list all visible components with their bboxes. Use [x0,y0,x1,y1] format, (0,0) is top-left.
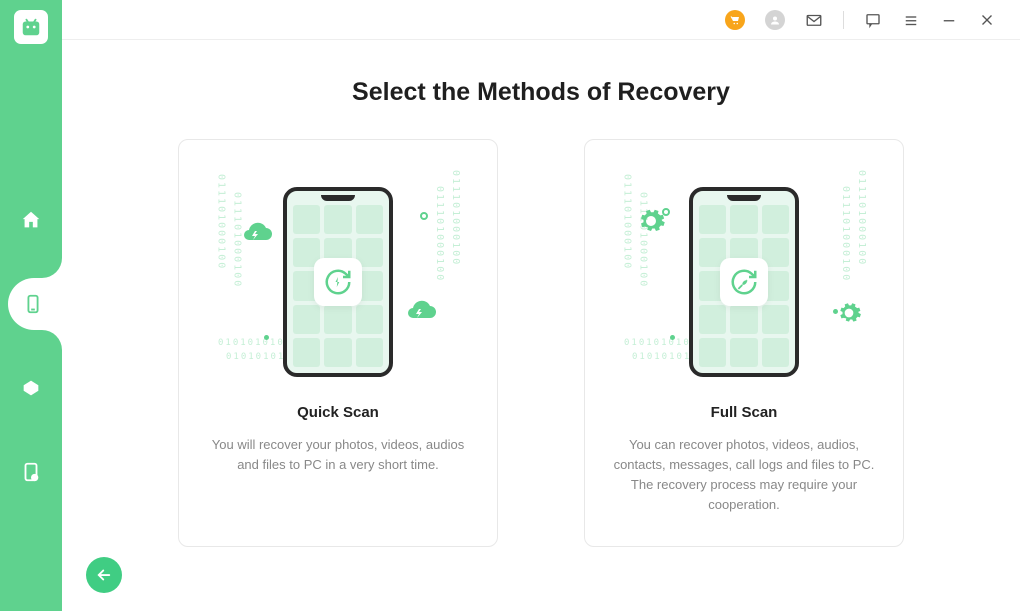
menu-button[interactable] [902,11,920,29]
phone-illustration [689,187,799,377]
sim-alert-icon: ! [20,461,42,483]
minimize-button[interactable] [940,11,958,29]
sidebar-item-sim[interactable]: ! [0,446,62,498]
content: Select the Methods of Recovery 011101000… [62,40,1020,611]
titlebar [62,0,1020,40]
refresh-wrench-icon [720,258,768,306]
mail-icon [805,11,823,29]
page-title: Select the Methods of Recovery [352,78,730,107]
binary-decor: 011101000100 [433,186,447,282]
full-scan-title: Full Scan [711,404,778,421]
sidebar-nav: ! [0,194,62,498]
cloud-icon [20,377,42,399]
sidebar-item-device[interactable] [8,278,62,330]
feedback-icon [864,11,882,29]
back-button[interactable] [86,557,122,593]
full-scan-card[interactable]: 011101000100 011101000100 011101000100 0… [584,139,904,547]
binary-decor: 011101000100 [839,186,853,282]
cart-button[interactable] [725,10,745,30]
quick-scan-illustration: 011101000100 011101000100 011101000100 0… [208,162,468,402]
close-button[interactable] [978,11,996,29]
user-icon [765,10,785,30]
phone-illustration [283,187,393,377]
phone-icon [22,293,44,315]
sidebar-item-cloud[interactable] [0,362,62,414]
quick-scan-description: You will recover your photos, videos, au… [203,435,473,475]
sidebar: ! [0,0,62,611]
quick-scan-card[interactable]: 011101000100 011101000100 011101000100 0… [178,139,498,547]
cart-icon [725,10,745,30]
titlebar-divider [843,11,844,29]
menu-icon [902,11,920,29]
binary-decor: 011101000100 [855,170,869,266]
mail-button[interactable] [805,11,823,29]
dot-decor [662,208,670,216]
full-scan-illustration: 011101000100 011101000100 011101000100 0… [614,162,874,402]
cloud-lightning-icon [238,222,274,246]
svg-text:!: ! [34,476,36,482]
user-button[interactable] [765,10,785,30]
dot-decor [420,212,428,220]
dot-decor [833,309,838,314]
app-logo [14,10,48,44]
minimize-icon [940,11,958,29]
binary-decor: 011101000100 [620,174,634,270]
recovery-cards: 011101000100 011101000100 011101000100 0… [178,139,904,547]
dot-decor [264,335,269,340]
close-icon [978,11,996,29]
full-scan-description: You can recover photos, videos, audios, … [609,435,879,516]
logo-icon [20,16,42,38]
quick-scan-title: Quick Scan [297,404,379,421]
arrow-left-icon [95,566,113,584]
cloud-lightning-icon [402,300,438,324]
gear-icon [836,300,862,326]
home-icon [20,209,42,231]
feedback-button[interactable] [864,11,882,29]
dot-decor [670,335,675,340]
main-area: Select the Methods of Recovery 011101000… [62,0,1020,611]
refresh-lightning-icon [314,258,362,306]
binary-decor: 011101000100 [214,174,228,270]
binary-decor: 011101000100 [449,170,463,266]
sidebar-item-home[interactable] [0,194,62,246]
